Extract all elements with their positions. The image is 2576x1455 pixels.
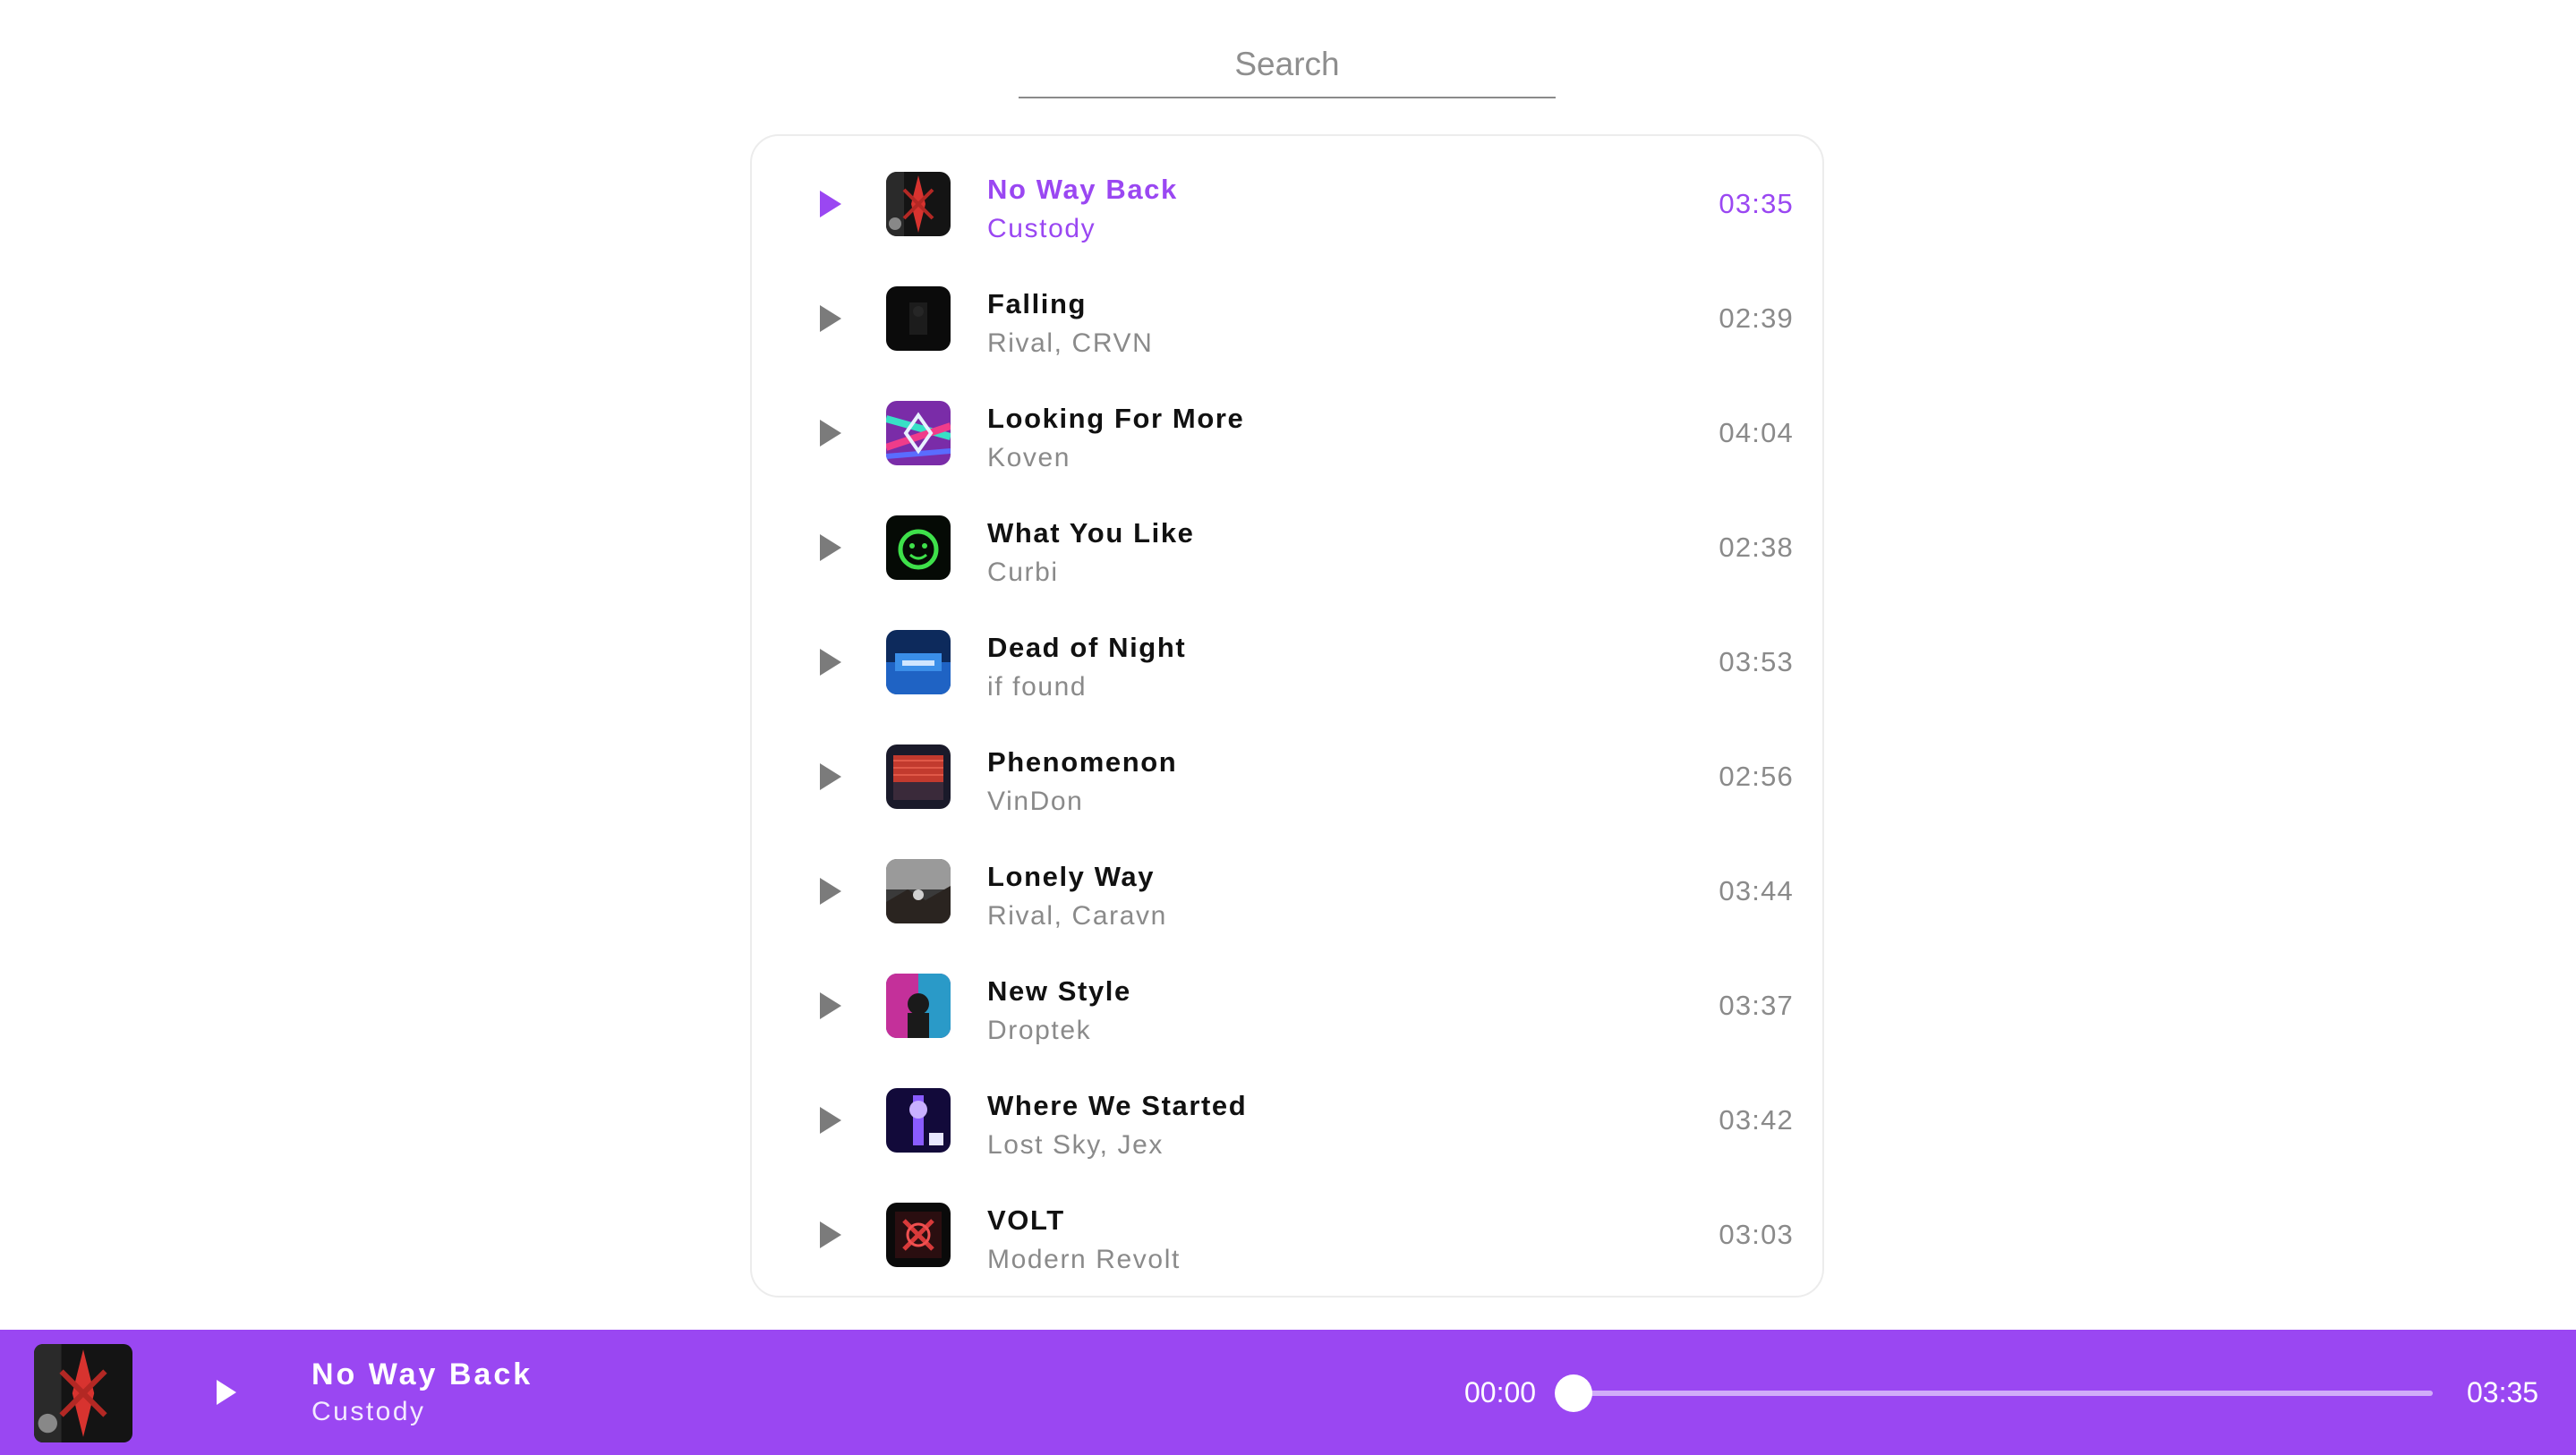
track-duration: 02:39 [1719,302,1794,334]
track-artist: Koven [987,443,1071,472]
track-artist: Curbi [987,557,1059,587]
cover-art-where-we-started [886,1088,951,1153]
play-icon[interactable] [806,983,850,1028]
cover-art-falling [886,286,951,351]
track-title: Dead of Night [987,632,1187,663]
track-title: New Style [987,975,1131,1007]
progress-bar[interactable] [1555,1374,2433,1412]
cover-art-looking-for-more [886,401,951,465]
track-duration: 02:56 [1719,761,1794,792]
play-icon[interactable] [806,754,850,799]
track-row[interactable]: Where We Started Lost Sky, Jex 03:42 [752,1063,1822,1178]
cover-art-dead-of-night [886,630,951,694]
track-title: Lonely Way [987,861,1156,892]
play-icon[interactable] [806,869,850,914]
track-row[interactable]: Dead of Night if found 03:53 [752,605,1822,719]
search-bar [1019,32,1556,98]
total-time: 03:35 [2467,1376,2539,1408]
now-playing-artist: Custody [311,1397,426,1426]
play-icon[interactable] [806,1098,850,1143]
track-title: Falling [987,288,1088,319]
play-icon[interactable] [806,182,850,226]
track-duration: 03:37 [1719,990,1794,1021]
progress-thumb[interactable] [1555,1374,1592,1412]
track-artist: Lost Sky, Jex [987,1130,1164,1160]
cover-art-no-way-back [886,172,951,236]
play-icon[interactable] [806,525,850,570]
track-row[interactable]: VOLT Modern Revolt 03:03 [752,1178,1822,1292]
track-duration: 04:04 [1719,417,1794,448]
track-title: Where We Started [987,1090,1248,1121]
track-title: Phenomenon [987,746,1178,778]
track-duration: 03:42 [1719,1104,1794,1136]
track-artist: Droptek [987,1016,1092,1045]
play-icon[interactable] [200,1369,247,1416]
track-artist: VinDon [987,787,1084,816]
track-duration: 03:53 [1719,646,1794,677]
play-icon[interactable] [806,411,850,455]
player-bar: No Way Back Custody 00:00 03:35 [0,1330,2576,1455]
track-list: No Way Back Custody 03:35 Falling Rival, C… [750,134,1824,1298]
track-row[interactable]: What You Like Curbi 02:38 [752,490,1822,605]
track-title: VOLT [987,1204,1065,1236]
track-artist: Rival, CRVN [987,328,1154,358]
track-duration: 02:38 [1719,532,1794,563]
current-time: 00:00 [1464,1376,1537,1408]
cover-art-new-style [886,974,951,1038]
track-title: No Way Back [987,174,1178,205]
now-playing-title: No Way Back [311,1357,533,1391]
music-player-page: No Way Back Custody 03:35 Falling Rival, C… [0,0,2576,1455]
track-row[interactable]: Phenomenon VinDon 02:56 [752,719,1822,834]
track-row[interactable]: Lonely Way Rival, Caravn 03:44 [752,834,1822,949]
track-row[interactable]: New Style Droptek 03:37 [752,949,1822,1063]
track-artist: Custody [987,214,1096,243]
play-icon[interactable] [806,1212,850,1257]
cover-art-what-you-like [886,515,951,580]
cover-art-phenomenon [886,745,951,809]
track-artist: Rival, Caravn [987,901,1167,931]
track-row[interactable]: Falling Rival, CRVN 02:39 [752,261,1822,376]
search-input[interactable] [1019,32,1556,97]
track-duration: 03:03 [1719,1219,1794,1250]
now-playing-cover [34,1344,132,1442]
track-artist: Modern Revolt [987,1245,1181,1274]
play-icon[interactable] [806,640,850,685]
track-row[interactable]: Looking For More Koven 04:04 [752,376,1822,490]
play-icon[interactable] [806,296,850,341]
track-duration: 03:44 [1719,875,1794,906]
cover-art-volt [886,1203,951,1267]
track-artist: if found [987,672,1088,702]
cover-art-lonely-way [886,859,951,923]
track-title: Looking For More [987,403,1245,434]
track-row[interactable]: No Way Back Custody 03:35 [752,147,1822,261]
track-title: What You Like [987,517,1195,549]
track-duration: 03:35 [1719,188,1794,219]
